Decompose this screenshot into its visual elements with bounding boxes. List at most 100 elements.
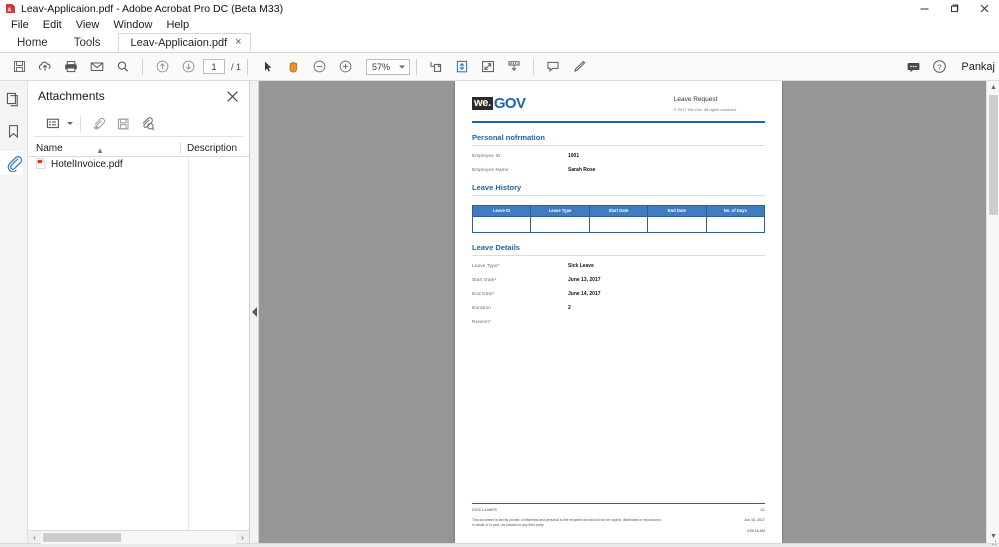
vscroll-thumb[interactable] [989,95,998,215]
field-value: Sick Leave [568,263,594,270]
tab-document[interactable]: Leav-Applicaion.pdf × [117,33,251,52]
menu-item-window[interactable]: Window [106,17,159,33]
close-icon[interactable] [223,87,241,105]
footer-date: Jun 16, 2017 [744,518,765,522]
attachments-list: HotelInvoice.pdf [28,157,249,530]
user-name-label[interactable]: Pankaj [961,61,995,73]
field-value: 1001 [568,153,580,160]
tab-tools[interactable]: Tools [61,33,114,52]
hscroll-track[interactable] [41,530,236,544]
hscroll-thumb[interactable] [43,532,121,542]
svg-text:A: A [7,8,11,14]
collapse-panel-handle[interactable] [250,81,259,543]
section-title-personal: Personal nofrmation [472,132,545,142]
toolbar-separator [142,58,143,75]
attachments-icon[interactable] [0,151,25,175]
menu-item-edit[interactable]: Edit [36,17,69,33]
save-file-icon[interactable] [6,54,32,80]
attachments-panel: Attachments Name ▲ Description HotelInvo… [28,81,250,544]
section-title-leave-history: Leave History [472,183,522,193]
save-attachment-icon[interactable] [112,113,134,135]
attachments-panel-title: Attachments [38,89,105,103]
upload-cloud-icon[interactable] [32,54,58,80]
field-leave-type: Leave Type* Sick Leave [472,263,765,269]
zoom-level-select[interactable]: 57% [366,58,411,75]
next-page-icon[interactable] [175,54,201,80]
window-controls [909,0,999,17]
column-header-description-label: Description [187,143,238,154]
field-label: Reason* [472,319,492,325]
zoom-level-value: 57% [372,61,391,72]
menu-item-view[interactable]: View [69,17,107,33]
scroll-down-icon[interactable] [501,54,527,80]
field-label: Employee ID [472,153,501,159]
navigation-rail [0,81,28,543]
column-header-name[interactable]: Name ▲ [28,143,180,155]
menu-item-help[interactable]: Help [159,17,196,33]
select-cursor-icon[interactable] [254,54,280,80]
toolbar-separator-4 [533,58,535,75]
close-button[interactable] [969,0,999,17]
tab-strip: Home Tools Leav-Applicaion.pdf × [0,33,999,53]
attachments-horizontal-scrollbar[interactable]: ‹ › [28,530,249,544]
disclaimer-body: This document is strictly private, confi… [472,518,661,528]
field-start-date: Start Date* June 13, 2017 [472,277,765,283]
options-list-icon[interactable] [42,113,64,135]
tab-home[interactable]: Home [4,33,61,52]
help-question-icon[interactable]: ? [926,54,952,80]
menu-item-file[interactable]: File [4,17,36,33]
chevron-down-icon[interactable] [67,122,73,125]
restore-button[interactable] [939,0,969,17]
zoom-out-icon[interactable] [306,54,332,80]
email-icon[interactable] [84,54,110,80]
title-bar: A Leav-Applicaion.pdf - Adobe Acrobat Pr… [0,0,999,17]
scroll-right-arrow[interactable]: › [236,531,249,544]
cell-end-date [647,215,707,233]
field-value: June 13, 2017 [568,277,601,284]
footer-top-row: DISCLAIMER 1/1 [472,508,765,512]
sort-ascending-icon: ▲ [96,146,104,155]
we-gov-logo: we. GOV [472,96,526,111]
field-label: End Date* [472,291,495,297]
page-total-label: / 1 [231,61,242,72]
attachments-list-header: Name ▲ Description [28,141,249,157]
resize-grip-icon[interactable] [987,538,997,546]
tab-close-icon[interactable]: × [235,37,241,48]
page-number-input[interactable]: 1 [203,59,225,74]
list-item[interactable]: HotelInvoice.pdf [28,157,249,172]
viewport-vertical-scrollbar[interactable]: ▲ ▼ [986,81,999,543]
list-column-divider [188,157,189,530]
section-underline-history [472,195,765,196]
panel-toolbar-separator [80,116,81,131]
document-viewport[interactable]: we. GOV Leave Request © 2017 We.Gov. All… [250,81,999,543]
minimize-button[interactable] [909,0,939,17]
page-fit-blue-icon[interactable] [449,54,475,80]
field-label: Duration [472,305,491,311]
header-rule [472,121,765,123]
leave-request-document: we. GOV Leave Request © 2017 We.Gov. All… [455,81,782,543]
column-header-name-label: Name [36,143,63,154]
footer-page-number: 1/1 [760,508,765,512]
search-icon[interactable] [110,54,136,80]
scroll-left-arrow[interactable]: ‹ [28,531,41,544]
field-value: Sarah Rose [568,167,596,174]
zoom-in-icon[interactable] [332,54,358,80]
fullscreen-icon[interactable] [475,54,501,80]
hand-tool-icon[interactable] [280,54,306,80]
bookmarks-icon[interactable] [3,121,25,141]
open-attachment-icon[interactable] [88,113,110,135]
search-attachment-icon[interactable] [136,113,158,135]
scroll-up-arrow[interactable]: ▲ [987,81,999,94]
field-employee-name: Employee Name Sarah Rose [472,167,765,173]
tab-document-label: Leav-Applicaion.pdf [130,36,228,49]
comment-icon[interactable] [540,54,566,80]
window-title: Leav-Applicaion.pdf - Adobe Acrobat Pro … [21,2,284,15]
column-header-description[interactable]: Description [180,143,249,154]
comment-balloon-icon[interactable] [900,54,926,80]
cell-leave-type [530,215,590,233]
print-icon[interactable] [58,54,84,80]
fit-page-icon[interactable] [423,54,449,80]
page-thumbnails-icon[interactable] [3,89,25,109]
highlight-pen-icon[interactable] [566,54,592,80]
previous-page-icon[interactable] [149,54,175,80]
